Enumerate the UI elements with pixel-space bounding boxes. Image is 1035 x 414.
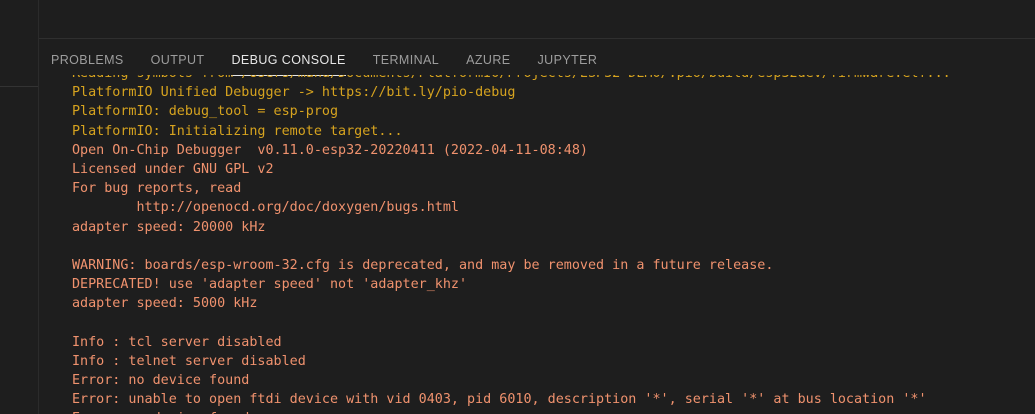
console-line: PlatformIO Unified Debugger -> https://b… [72,85,516,101]
debug-console-output[interactable]: Reading symbols from /Users/manu/Documen… [39,75,1035,414]
console-line: PlatformIO: debug_tool = esp-prog [72,104,339,120]
console-line: Error: no device found [72,373,250,388]
tab-debug-console[interactable]: DEBUG CONSOLE [231,39,346,76]
editor-area-edge [39,0,1035,39]
console-line: Info : telnet server disabled [72,353,306,369]
console-line: For bug reports, read [72,181,242,197]
tab-output[interactable]: OUTPUT [151,39,205,75]
console-line: Error: unable to open ftdi device with v… [72,392,927,408]
console-line: PlatformIO: Initializing remote target..… [72,123,403,139]
activity-bar [0,0,39,414]
console-line: adapter speed: 20000 kHz [72,219,266,235]
console-line: Reading symbols from /Users/manu/Documen… [72,75,951,83]
console-line: Error: no device found [72,409,951,414]
console-line: adapter speed: 5000 kHz [72,296,258,312]
console-line: Open On-Chip Debugger v0.11.0-esp32-2022… [72,142,588,158]
console-line: http://openocd.org/doc/doxygen/bugs.html [72,200,459,216]
console-line: Info : tcl server disabled [72,334,282,350]
console-line: WARNING: boards/esp-wroom-32.cfg is depr… [72,257,774,273]
tab-terminal[interactable]: TERMINAL [373,39,439,75]
console-line: Licensed under GNU GPL v2 [72,161,274,177]
activity-bar-divider [0,86,38,87]
bottom-panel: PROBLEMS OUTPUT DEBUG CONSOLE TERMINAL A… [39,39,1035,414]
vscode-window: PROBLEMS OUTPUT DEBUG CONSOLE TERMINAL A… [0,0,1035,414]
tab-azure[interactable]: AZURE [466,39,510,75]
panel-tab-bar: PROBLEMS OUTPUT DEBUG CONSOLE TERMINAL A… [39,39,1035,76]
console-lines: Reading symbols from /Users/manu/Documen… [72,75,951,414]
console-line: DEPRECATED! use 'adapter speed' not 'ada… [72,277,468,293]
tab-problems[interactable]: PROBLEMS [51,39,124,75]
tab-jupyter[interactable]: JUPYTER [538,39,598,75]
